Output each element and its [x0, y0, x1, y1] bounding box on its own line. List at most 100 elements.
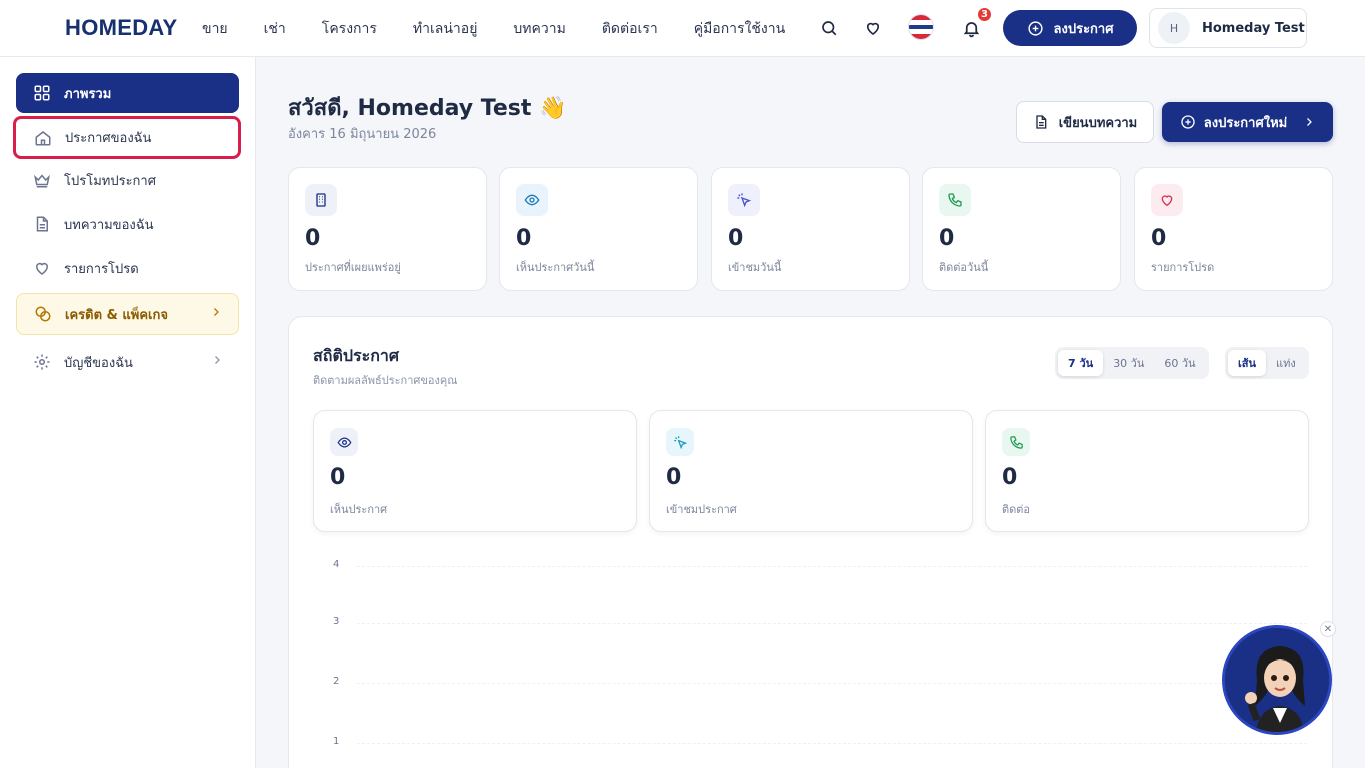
summary-value: 0 [666, 465, 682, 490]
summary-label: เห็นประกาศ [330, 503, 388, 516]
search-icon[interactable] [817, 16, 841, 40]
sidebar: ภาพรวม ประกาศของฉัน โปรโมทประกาศ บทความข… [0, 57, 256, 768]
summary-label: เข้าชมประกาศ [666, 503, 737, 516]
current-date: อังคาร 16 มิถุนายน 2026 [288, 127, 437, 142]
nav-link-contact[interactable]: ติดต่อเรา [602, 18, 658, 40]
summary-value: 0 [330, 465, 346, 490]
write-article-label: เขียนบทความ [1058, 115, 1138, 131]
stat-label: ประกาศที่เผยแพร่อยู่ [305, 261, 401, 274]
stat-label: เห็นประกาศวันนี้ [516, 261, 595, 274]
stat-value: 0 [305, 226, 321, 251]
nav-link-guide[interactable]: คู่มือการใช้งาน [694, 18, 785, 40]
homeday-logo[interactable]: HOMEDAY [65, 15, 178, 41]
plus-circle-icon [1181, 115, 1195, 129]
chevron-right-icon [210, 306, 222, 322]
sidebar-item-label: โปรโมทประกาศ [64, 173, 156, 189]
stat-card-favorites: 0 รายการโปรด [1134, 167, 1333, 291]
stat-value: 0 [1151, 226, 1167, 251]
stat-card-contacts-today: 0 ติดต่อวันนี้ [922, 167, 1121, 291]
new-listing-label: ลงประกาศใหม่ [1203, 115, 1288, 131]
stat-card-views-today: 0 เห็นประกาศวันนี้ [499, 167, 698, 291]
user-name: Homeday Test [1202, 20, 1305, 36]
nav-link-sale[interactable]: ขาย [202, 18, 228, 40]
main-nav: ขาย เช่า โครงการ ทำเลน่าอยู่ บทความ ติดต… [202, 0, 785, 57]
new-listing-button[interactable]: ลงประกาศใหม่ [1162, 102, 1333, 142]
notification-badge: 3 [976, 6, 993, 23]
sidebar-item-label: บทความของฉัน [64, 217, 154, 233]
post-listing-label: ลงประกาศ [1053, 21, 1114, 37]
stat-value: 0 [516, 226, 532, 251]
stat-label: ติดต่อวันนี้ [939, 261, 989, 274]
analytics-chart: 4 3 2 1 [313, 549, 1313, 768]
heart-icon[interactable] [861, 16, 885, 40]
range-30-days[interactable]: 30 วัน [1103, 350, 1154, 376]
sidebar-item-promote[interactable]: โปรโมทประกาศ [16, 160, 239, 200]
avatar: H [1158, 12, 1190, 44]
chart-type-line[interactable]: เส้น [1228, 350, 1266, 376]
sidebar-item-label: บัญชีของฉัน [64, 355, 133, 371]
sidebar-item-credits[interactable]: เครดิต & แพ็คเกจ [16, 293, 239, 335]
stat-card-visits-today: 0 เข้าชมวันนี้ [711, 167, 910, 291]
grid-line [357, 566, 1307, 567]
main-content: สวัสดี, Homeday Test 👋 อังคาร 16 มิถุนาย… [256, 57, 1365, 768]
document-icon [1036, 115, 1047, 129]
coins-icon [33, 304, 53, 324]
heart-icon [1151, 184, 1183, 216]
close-icon[interactable]: ✕ [1320, 621, 1336, 637]
eye-icon [330, 428, 358, 456]
plus-circle-icon [1027, 20, 1043, 36]
nav-link-articles[interactable]: บทความ [513, 18, 565, 40]
summary-label: ติดต่อ [1002, 503, 1031, 516]
sidebar-item-favorites[interactable]: รายการโปรด [16, 248, 239, 288]
logo-text: HOMEDAY [65, 15, 178, 40]
analytics-subtitle: ติดตามผลลัพธ์ประกาศของคุณ [313, 374, 458, 387]
summary-card-contacts: 0 ติดต่อ [985, 410, 1309, 532]
sidebar-item-my-listings[interactable]: ประกาศของฉัน [13, 116, 241, 159]
gear-icon [32, 352, 52, 372]
y-tick-label: 1 [333, 736, 340, 747]
phone-icon [1002, 428, 1030, 456]
y-tick-label: 3 [333, 616, 340, 627]
chat-assistant-avatar[interactable] [1222, 625, 1332, 735]
sidebar-item-label: ภาพรวม [64, 86, 112, 102]
stat-label: เข้าชมวันนี้ [728, 261, 782, 274]
grid-line [357, 743, 1307, 744]
sidebar-item-overview[interactable]: ภาพรวม [16, 73, 239, 113]
home-icon [33, 128, 53, 148]
nav-link-rent[interactable]: เช่า [264, 18, 286, 40]
nav-link-projects[interactable]: โครงการ [322, 18, 377, 40]
sidebar-item-account[interactable]: บัญชีของฉัน [16, 342, 239, 382]
thai-flag-language-icon[interactable] [908, 14, 934, 40]
heart-icon [32, 258, 52, 278]
user-menu-button[interactable]: H Homeday Test [1149, 8, 1307, 48]
chart-type-bar[interactable]: แท่ง [1266, 350, 1306, 376]
sidebar-item-my-articles[interactable]: บทความของฉัน [16, 204, 239, 244]
range-selector: 7 วัน 30 วัน 60 วัน [1055, 347, 1209, 379]
y-tick-label: 2 [333, 676, 340, 687]
stat-value: 0 [728, 226, 744, 251]
nav-link-locations[interactable]: ทำเลน่าอยู่ [413, 18, 478, 40]
dashboard-icon [32, 83, 52, 103]
page-title: สวัสดี, Homeday Test 👋 [288, 96, 567, 121]
range-7-days[interactable]: 7 วัน [1058, 350, 1104, 376]
stat-card-published: 0 ประกาศที่เผยแพร่อยู่ [288, 167, 487, 291]
sidebar-item-label: ประกาศของฉัน [65, 131, 152, 146]
document-icon [32, 214, 52, 234]
chevron-right-icon [211, 354, 223, 370]
summary-card-impressions: 0 เห็นประกาศ [313, 410, 637, 532]
stat-label: รายการโปรด [1151, 261, 1215, 274]
cursor-click-icon [666, 428, 694, 456]
building-icon [305, 184, 337, 216]
y-tick-label: 4 [333, 559, 340, 570]
summary-value: 0 [1002, 465, 1018, 490]
phone-icon [939, 184, 971, 216]
write-article-button[interactable]: เขียนบทความ [1016, 101, 1154, 143]
crown-icon [32, 170, 52, 190]
summary-card-visits: 0 เข้าชมประกาศ [649, 410, 973, 532]
post-listing-button[interactable]: ลงประกาศ [1003, 10, 1137, 46]
cursor-click-icon [728, 184, 760, 216]
range-60-days[interactable]: 60 วัน [1154, 350, 1205, 376]
analytics-title: สถิติประกาศ [313, 346, 400, 365]
grid-line [357, 623, 1307, 624]
chart-type-selector: เส้น แท่ง [1225, 347, 1309, 379]
